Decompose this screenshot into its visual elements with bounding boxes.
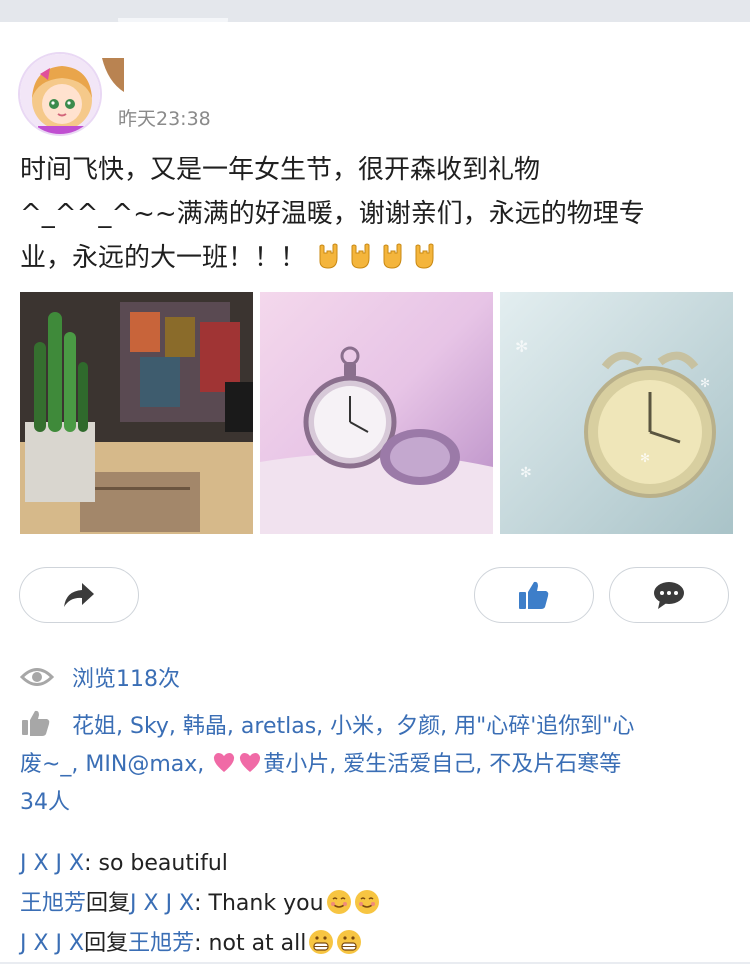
- comment-reply-target[interactable]: 王旭芳: [128, 931, 194, 956]
- likes-names-line[interactable]: 花姐, Sky, 韩晶, aretlas, 小米，夕颜, 用"心碎'追你到"心: [72, 714, 634, 739]
- likes-names-line[interactable]: 废~_, MIN@max,: [20, 752, 211, 777]
- heart-icon: [214, 753, 235, 772]
- corner-decoration: [102, 58, 124, 92]
- post-card: 昨天23:38 时间飞快，又是一年女生节，很开森收到礼物 ^_^^_^~~满满的…: [0, 22, 750, 962]
- reply-word: 回复: [86, 891, 131, 916]
- share-button[interactable]: [19, 567, 139, 623]
- comment-author[interactable]: 王旭芳: [20, 891, 86, 916]
- likes-list: 花姐, Sky, 韩晶, aretlas, 小米，夕颜, 用"心碎'追你到"心 …: [20, 708, 730, 822]
- speech-bubble-icon: [654, 582, 684, 609]
- cactus-desk-photo[interactable]: [20, 292, 253, 534]
- svg-text:✻: ✻: [640, 451, 650, 465]
- svg-text:✻: ✻: [520, 465, 532, 481]
- post-text: 时间飞快，又是一年女生节，很开森收到礼物 ^_^^_^~~满满的好温暖，谢谢亲们…: [20, 148, 736, 280]
- post-time: 昨天23:38: [118, 108, 211, 130]
- reply-word: 回复: [84, 931, 129, 956]
- comment-text: Thank you: [208, 891, 324, 916]
- svg-text:✻: ✻: [515, 337, 528, 356]
- top-bar: [0, 0, 750, 22]
- comment-author[interactable]: J X J X: [20, 931, 84, 956]
- views-count: 浏览118次: [72, 667, 180, 692]
- thumbs-up-icon: [519, 581, 549, 609]
- heart-icon: [240, 753, 261, 772]
- post-text-line-3: 业，永远的大一班！！！: [20, 243, 307, 273]
- comment-separator: :: [194, 931, 209, 956]
- blushing-smile-icon: [326, 890, 351, 914]
- alarm-clock-photo[interactable]: ✻ ✻ ✻ ✻: [500, 292, 733, 534]
- eye-icon: [20, 668, 54, 686]
- comment-author[interactable]: J X J X: [20, 851, 84, 876]
- likes-total[interactable]: 34人: [20, 790, 70, 815]
- post-text-line: ^_^^_^~~满满的好温暖，谢谢亲们，永远的物理专: [20, 199, 645, 229]
- svg-text:✻: ✻: [700, 376, 710, 390]
- comments-list: J X J X: so beautiful 王旭芳回复J X J X: Than…: [20, 844, 730, 964]
- comment-text: not at all: [208, 931, 307, 956]
- rock-hand-icon: [351, 243, 370, 269]
- views-row: 浏览118次: [20, 662, 180, 692]
- post-text-line: 业，永远的大一班！！！: [20, 236, 736, 280]
- photo-grid: ✻ ✻ ✻ ✻: [0, 292, 750, 536]
- grin-icon: [309, 930, 334, 954]
- comment-separator: :: [194, 891, 209, 916]
- post-text-line: 时间飞快，又是一年女生节，很开森收到礼物: [20, 155, 541, 185]
- comment-row: J X J X: so beautiful: [20, 844, 730, 884]
- comment-button[interactable]: [609, 567, 729, 623]
- pocket-watch-photo[interactable]: [260, 292, 493, 534]
- comment-row: J X J X回复王旭芳: not at all: [20, 924, 730, 964]
- avatar[interactable]: [18, 52, 102, 136]
- comment-row: 王旭芳回复J X J X: Thank you: [20, 884, 730, 924]
- blushing-smile-icon: [354, 890, 379, 914]
- rock-hand-icon: [415, 243, 434, 269]
- likes-names-line[interactable]: 黄小片, 爱生活爱自己, 不及片石寒等: [263, 752, 621, 777]
- rock-hand-icon: [383, 243, 402, 269]
- comment-text: so beautiful: [98, 851, 228, 876]
- comment-separator: :: [84, 851, 99, 876]
- grin-icon: [337, 930, 362, 954]
- comment-reply-target[interactable]: J X J X: [130, 891, 194, 916]
- like-button[interactable]: [474, 567, 594, 623]
- share-arrow-icon: [64, 583, 94, 607]
- thumbs-up-icon: [22, 710, 50, 736]
- rock-hand-icon: [319, 243, 338, 269]
